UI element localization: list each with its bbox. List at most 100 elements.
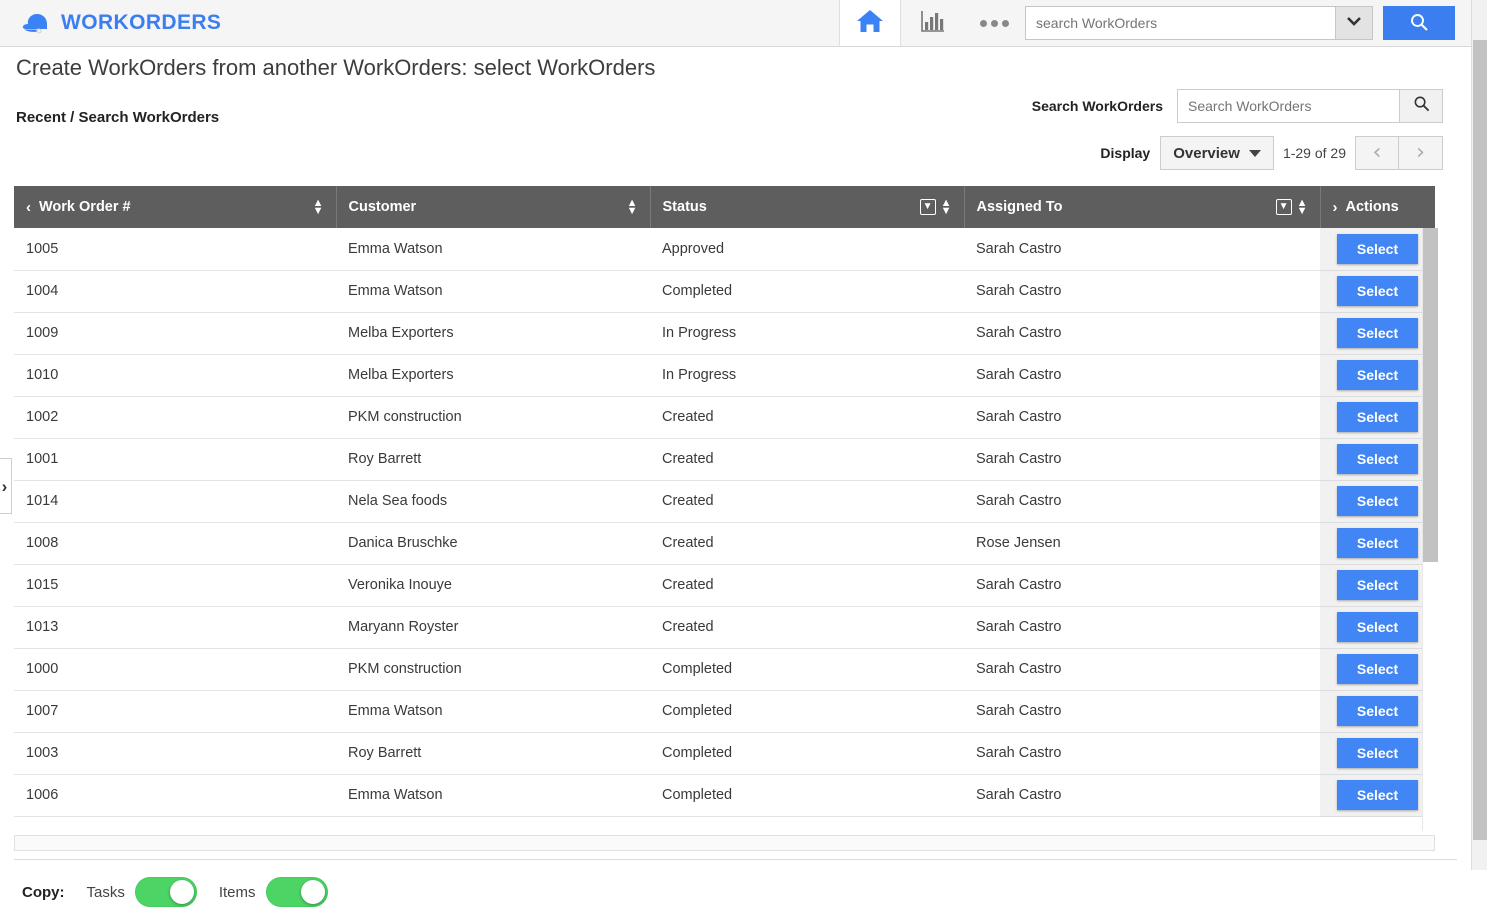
result-range: 1-29 of 29 bbox=[1283, 145, 1346, 161]
table-vertical-scrollbar[interactable] bbox=[1422, 228, 1437, 831]
select-button[interactable]: Select bbox=[1337, 654, 1418, 684]
search-icon bbox=[1413, 95, 1430, 117]
filter-icon[interactable]: ▼ bbox=[1276, 199, 1292, 215]
cell-work-order: 1010 bbox=[14, 354, 336, 396]
select-button[interactable]: Select bbox=[1337, 780, 1418, 810]
cell-assigned-to: Sarah Castro bbox=[964, 564, 1320, 606]
cell-status: Completed bbox=[650, 690, 964, 732]
table-row[interactable]: 1008Danica BruschkeCreatedRose JensenSel… bbox=[14, 522, 1435, 564]
select-button[interactable]: Select bbox=[1337, 444, 1418, 474]
cell-actions: Select bbox=[1320, 606, 1435, 648]
reports-button[interactable] bbox=[901, 0, 963, 47]
filter-icon[interactable]: ▼ bbox=[920, 199, 936, 215]
app-header: WORKORDERS bbox=[0, 0, 1471, 47]
table-row[interactable]: 1000PKM constructionCompletedSarah Castr… bbox=[14, 648, 1435, 690]
table-vertical-scroll-thumb[interactable] bbox=[1423, 228, 1438, 562]
table-row[interactable]: 1006Emma WatsonCompletedSarah CastroSele… bbox=[14, 774, 1435, 816]
page-scroll-thumb[interactable] bbox=[1473, 40, 1487, 840]
toggle-copy-items[interactable] bbox=[266, 877, 328, 907]
table-row[interactable]: 1001Roy BarrettCreatedSarah CastroSelect bbox=[14, 438, 1435, 480]
select-button[interactable]: Select bbox=[1337, 528, 1418, 558]
select-button[interactable]: Select bbox=[1337, 276, 1418, 306]
cell-status: Created bbox=[650, 564, 964, 606]
sort-toggle-icon[interactable]: ▲▼ bbox=[313, 199, 324, 215]
select-button[interactable]: Select bbox=[1337, 486, 1418, 516]
chevron-left-icon[interactable]: ‹ bbox=[26, 199, 31, 216]
chevron-left-icon: ‹ bbox=[1373, 142, 1382, 164]
cell-status: Approved bbox=[650, 228, 964, 270]
display-label: Display bbox=[1100, 145, 1150, 161]
cell-customer: Emma Watson bbox=[336, 228, 650, 270]
table-row[interactable]: 1010Melba ExportersIn ProgressSarah Cast… bbox=[14, 354, 1435, 396]
search-icon bbox=[1409, 12, 1429, 35]
column-header-assigned-to[interactable]: Assigned To ▼ ▲▼ bbox=[964, 186, 1320, 228]
page-scrollbar[interactable] bbox=[1471, 0, 1487, 870]
cell-assigned-to: Sarah Castro bbox=[964, 270, 1320, 312]
table-row[interactable]: 1009Melba ExportersIn ProgressSarah Cast… bbox=[14, 312, 1435, 354]
select-button[interactable]: Select bbox=[1337, 402, 1418, 432]
table-row[interactable]: 1005Emma WatsonApprovedSarah CastroSelec… bbox=[14, 228, 1435, 270]
table-header: ‹ Work Order # ▲▼ Customer ▲▼ bbox=[14, 186, 1435, 228]
sort-toggle-icon[interactable]: ▲▼ bbox=[1297, 199, 1308, 215]
table-row[interactable]: 1015Veronika InouyeCreatedSarah CastroSe… bbox=[14, 564, 1435, 606]
table-row[interactable]: 1013Maryann RoysterCreatedSarah CastroSe… bbox=[14, 606, 1435, 648]
select-button[interactable]: Select bbox=[1337, 738, 1418, 768]
workorders-table: ‹ Work Order # ▲▼ Customer ▲▼ bbox=[14, 186, 1435, 817]
toggle-copy-tasks[interactable] bbox=[135, 877, 197, 907]
cell-assigned-to: Rose Jensen bbox=[964, 522, 1320, 564]
global-search-dropdown[interactable] bbox=[1335, 6, 1373, 40]
chevron-right-icon[interactable]: › bbox=[1333, 199, 1338, 216]
more-menu-button[interactable] bbox=[963, 0, 1025, 47]
search-workorders-group: Search WorkOrders bbox=[1032, 89, 1443, 123]
global-search-button[interactable] bbox=[1383, 6, 1455, 40]
global-search-input[interactable] bbox=[1025, 6, 1335, 40]
brand-title: WORKORDERS bbox=[61, 11, 221, 35]
home-button[interactable] bbox=[839, 0, 901, 46]
page-scrollbar-track bbox=[1473, 0, 1487, 38]
table-row[interactable]: 1003Roy BarrettCompletedSarah CastroSele… bbox=[14, 732, 1435, 774]
sort-toggle-icon[interactable]: ▲▼ bbox=[627, 199, 638, 215]
cell-status: Completed bbox=[650, 774, 964, 816]
next-page-button[interactable]: › bbox=[1399, 136, 1443, 170]
cell-customer: Melba Exporters bbox=[336, 312, 650, 354]
toggle-label-items: Items bbox=[219, 884, 256, 901]
select-button[interactable]: Select bbox=[1337, 570, 1418, 600]
sidebar-toggle-button[interactable]: › bbox=[0, 458, 12, 514]
sort-toggle-icon[interactable]: ▲▼ bbox=[941, 199, 952, 215]
cell-actions: Select bbox=[1320, 312, 1435, 354]
cell-status: In Progress bbox=[650, 312, 964, 354]
cell-actions: Select bbox=[1320, 564, 1435, 606]
cell-work-order: 1002 bbox=[14, 396, 336, 438]
select-button[interactable]: Select bbox=[1337, 696, 1418, 726]
cell-assigned-to: Sarah Castro bbox=[964, 480, 1320, 522]
brand[interactable]: WORKORDERS bbox=[22, 10, 221, 36]
toggle-knob bbox=[170, 880, 194, 904]
select-button[interactable]: Select bbox=[1337, 612, 1418, 642]
cell-status: Completed bbox=[650, 732, 964, 774]
global-search bbox=[1025, 6, 1455, 40]
cell-actions: Select bbox=[1320, 774, 1435, 816]
cell-customer: PKM construction bbox=[336, 396, 650, 438]
table-row[interactable]: 1007Emma WatsonCompletedSarah CastroSele… bbox=[14, 690, 1435, 732]
cell-customer: Roy Barrett bbox=[336, 732, 650, 774]
table-row[interactable]: 1014Nela Sea foodsCreatedSarah CastroSel… bbox=[14, 480, 1435, 522]
display-group: Display Overview 1-29 of 29 ‹ › bbox=[1100, 136, 1443, 170]
select-button[interactable]: Select bbox=[1337, 318, 1418, 348]
column-header-work-order[interactable]: ‹ Work Order # ▲▼ bbox=[14, 186, 336, 228]
column-label: Assigned To bbox=[977, 199, 1276, 215]
select-button[interactable]: Select bbox=[1337, 234, 1418, 264]
previous-page-button[interactable]: ‹ bbox=[1355, 136, 1399, 170]
table-horizontal-scrollbar[interactable] bbox=[14, 835, 1435, 851]
cell-work-order: 1015 bbox=[14, 564, 336, 606]
table-row[interactable]: 1004Emma WatsonCompletedSarah CastroSele… bbox=[14, 270, 1435, 312]
cell-work-order: 1005 bbox=[14, 228, 336, 270]
cell-work-order: 1004 bbox=[14, 270, 336, 312]
table-row[interactable]: 1002PKM constructionCreatedSarah CastroS… bbox=[14, 396, 1435, 438]
select-button[interactable]: Select bbox=[1337, 360, 1418, 390]
display-mode-select[interactable]: Overview bbox=[1160, 136, 1274, 170]
chevron-down-icon bbox=[1346, 14, 1362, 32]
search-input[interactable] bbox=[1177, 89, 1399, 123]
column-header-customer[interactable]: Customer ▲▼ bbox=[336, 186, 650, 228]
search-submit-button[interactable] bbox=[1399, 89, 1443, 123]
column-header-status[interactable]: Status ▼ ▲▼ bbox=[650, 186, 964, 228]
